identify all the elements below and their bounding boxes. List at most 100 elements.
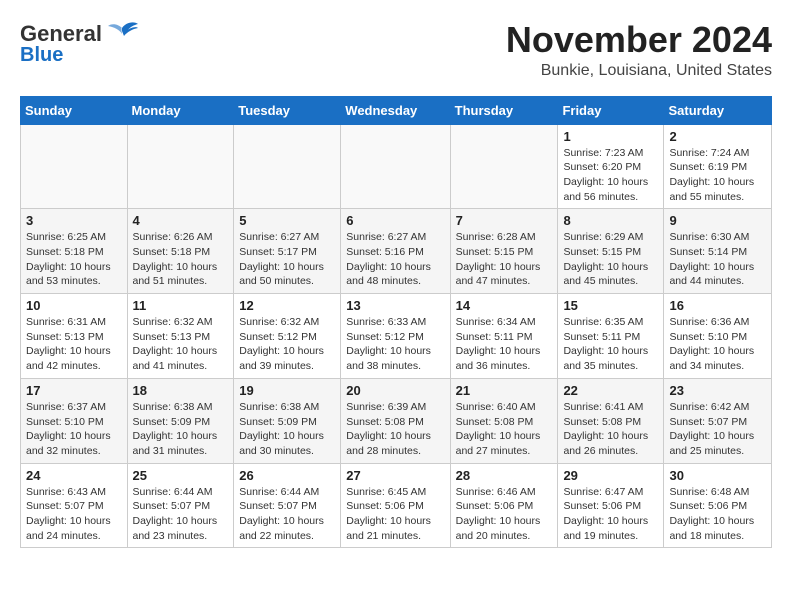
day-number: 16 [669, 298, 766, 313]
calendar-day-cell: 15 Sunrise: 6:35 AM Sunset: 5:11 PM Dayli… [558, 294, 664, 379]
calendar-day-cell [127, 124, 234, 209]
calendar-week-row: 1 Sunrise: 7:23 AM Sunset: 6:20 PM Daylig… [21, 124, 772, 209]
day-info: Sunrise: 6:34 AM Sunset: 5:11 PM Dayligh… [456, 315, 553, 374]
day-info: Sunrise: 6:36 AM Sunset: 5:10 PM Dayligh… [669, 315, 766, 374]
day-number: 11 [133, 298, 229, 313]
calendar-day-cell [341, 124, 450, 209]
calendar-day-cell: 18 Sunrise: 6:38 AM Sunset: 5:09 PM Dayli… [127, 378, 234, 463]
month-title: November 2024 [506, 20, 772, 60]
weekday-header-friday: Friday [558, 96, 664, 124]
calendar-day-cell: 1 Sunrise: 7:23 AM Sunset: 6:20 PM Daylig… [558, 124, 664, 209]
calendar-week-row: 17 Sunrise: 6:37 AM Sunset: 5:10 PM Dayli… [21, 378, 772, 463]
calendar-day-cell: 12Sunrise: 6:32 AM Sunset: 5:12 PM Dayli… [234, 294, 341, 379]
day-info: Sunrise: 6:29 AM Sunset: 5:15 PM Dayligh… [563, 230, 658, 289]
day-info: Sunrise: 7:23 AM Sunset: 6:20 PM Dayligh… [563, 146, 658, 205]
calendar-day-cell: 29 Sunrise: 6:47 AM Sunset: 5:06 PM Dayli… [558, 463, 664, 548]
calendar-day-cell: 20Sunrise: 6:39 AM Sunset: 5:08 PM Dayli… [341, 378, 450, 463]
day-info: Sunrise: 6:47 AM Sunset: 5:06 PM Dayligh… [563, 485, 658, 544]
calendar-day-cell [21, 124, 128, 209]
calendar-day-cell: 5 Sunrise: 6:27 AM Sunset: 5:17 PM Daylig… [234, 209, 341, 294]
day-number: 8 [563, 213, 658, 228]
day-number: 1 [563, 129, 658, 144]
calendar-day-cell: 9 Sunrise: 6:30 AM Sunset: 5:14 PM Daylig… [664, 209, 772, 294]
day-info: Sunrise: 6:40 AM Sunset: 5:08 PM Dayligh… [456, 400, 553, 459]
calendar-day-cell: 17 Sunrise: 6:37 AM Sunset: 5:10 PM Dayli… [21, 378, 128, 463]
calendar-day-cell: 10 Sunrise: 6:31 AM Sunset: 5:13 PM Dayli… [21, 294, 128, 379]
day-number: 12 [239, 298, 335, 313]
day-number: 10 [26, 298, 122, 313]
day-number: 7 [456, 213, 553, 228]
day-number: 17 [26, 383, 122, 398]
calendar-week-row: 10 Sunrise: 6:31 AM Sunset: 5:13 PM Dayli… [21, 294, 772, 379]
calendar-day-cell: 23 Sunrise: 6:42 AM Sunset: 5:07 PM Dayli… [664, 378, 772, 463]
weekday-header-monday: Monday [127, 96, 234, 124]
logo-general: General [20, 22, 102, 46]
day-number: 21 [456, 383, 553, 398]
calendar-day-cell: 30 Sunrise: 6:48 AM Sunset: 5:06 PM Dayli… [664, 463, 772, 548]
day-number: 30 [669, 468, 766, 483]
day-info: Sunrise: 6:38 AM Sunset: 5:09 PM Dayligh… [133, 400, 229, 459]
page-header: General Blue November 2024 Bunkie, Louis… [20, 20, 772, 80]
calendar-day-cell: 22Sunrise: 6:41 AM Sunset: 5:08 PM Dayli… [558, 378, 664, 463]
logo-bird-icon [104, 20, 140, 48]
day-info: Sunrise: 6:26 AM Sunset: 5:18 PM Dayligh… [133, 230, 229, 289]
calendar-day-cell: 27 Sunrise: 6:45 AM Sunset: 5:06 PM Dayli… [341, 463, 450, 548]
calendar-day-cell: 25 Sunrise: 6:44 AM Sunset: 5:07 PM Dayli… [127, 463, 234, 548]
day-info: Sunrise: 6:43 AM Sunset: 5:07 PM Dayligh… [26, 485, 122, 544]
calendar-day-cell: 8 Sunrise: 6:29 AM Sunset: 5:15 PM Daylig… [558, 209, 664, 294]
day-number: 2 [669, 129, 766, 144]
calendar-day-cell: 21 Sunrise: 6:40 AM Sunset: 5:08 PM Dayli… [450, 378, 558, 463]
day-number: 15 [563, 298, 658, 313]
calendar-day-cell: 13 Sunrise: 6:33 AM Sunset: 5:12 PM Dayli… [341, 294, 450, 379]
day-number: 29 [563, 468, 658, 483]
calendar-day-cell: 6 Sunrise: 6:27 AM Sunset: 5:16 PM Daylig… [341, 209, 450, 294]
day-number: 13 [346, 298, 444, 313]
day-info: Sunrise: 6:48 AM Sunset: 5:06 PM Dayligh… [669, 485, 766, 544]
day-number: 4 [133, 213, 229, 228]
calendar-day-cell: 26 Sunrise: 6:44 AM Sunset: 5:07 PM Dayli… [234, 463, 341, 548]
day-info: Sunrise: 6:27 AM Sunset: 5:16 PM Dayligh… [346, 230, 444, 289]
day-info: Sunrise: 6:44 AM Sunset: 5:07 PM Dayligh… [239, 485, 335, 544]
day-number: 26 [239, 468, 335, 483]
calendar-day-cell: 14Sunrise: 6:34 AM Sunset: 5:11 PM Dayli… [450, 294, 558, 379]
day-info: Sunrise: 6:31 AM Sunset: 5:13 PM Dayligh… [26, 315, 122, 374]
day-info: Sunrise: 6:42 AM Sunset: 5:07 PM Dayligh… [669, 400, 766, 459]
calendar-day-cell: 3Sunrise: 6:25 AM Sunset: 5:18 PM Daylig… [21, 209, 128, 294]
day-number: 20 [346, 383, 444, 398]
calendar-day-cell: 2 Sunrise: 7:24 AM Sunset: 6:19 PM Daylig… [664, 124, 772, 209]
day-number: 22 [563, 383, 658, 398]
calendar-day-cell: 7 Sunrise: 6:28 AM Sunset: 5:15 PM Daylig… [450, 209, 558, 294]
logo: General Blue [20, 20, 140, 66]
day-number: 19 [239, 383, 335, 398]
day-info: Sunrise: 6:27 AM Sunset: 5:17 PM Dayligh… [239, 230, 335, 289]
day-info: Sunrise: 6:32 AM Sunset: 5:13 PM Dayligh… [133, 315, 229, 374]
day-number: 27 [346, 468, 444, 483]
day-number: 9 [669, 213, 766, 228]
day-info: Sunrise: 6:30 AM Sunset: 5:14 PM Dayligh… [669, 230, 766, 289]
day-number: 25 [133, 468, 229, 483]
calendar-day-cell: 19Sunrise: 6:38 AM Sunset: 5:09 PM Dayli… [234, 378, 341, 463]
calendar-day-cell: 28 Sunrise: 6:46 AM Sunset: 5:06 PM Dayli… [450, 463, 558, 548]
location-text: Bunkie, Louisiana, United States [506, 62, 772, 80]
day-info: Sunrise: 6:28 AM Sunset: 5:15 PM Dayligh… [456, 230, 553, 289]
weekday-header-wednesday: Wednesday [341, 96, 450, 124]
day-number: 3 [26, 213, 122, 228]
day-info: Sunrise: 7:24 AM Sunset: 6:19 PM Dayligh… [669, 146, 766, 205]
day-number: 23 [669, 383, 766, 398]
calendar-week-row: 24Sunrise: 6:43 AM Sunset: 5:07 PM Dayli… [21, 463, 772, 548]
calendar-table: SundayMondayTuesdayWednesdayThursdayFrid… [20, 96, 772, 549]
title-section: November 2024 Bunkie, Louisiana, United … [506, 20, 772, 80]
weekday-header-saturday: Saturday [664, 96, 772, 124]
day-info: Sunrise: 6:33 AM Sunset: 5:12 PM Dayligh… [346, 315, 444, 374]
day-info: Sunrise: 6:37 AM Sunset: 5:10 PM Dayligh… [26, 400, 122, 459]
day-number: 28 [456, 468, 553, 483]
day-number: 5 [239, 213, 335, 228]
weekday-header-tuesday: Tuesday [234, 96, 341, 124]
day-info: Sunrise: 6:45 AM Sunset: 5:06 PM Dayligh… [346, 485, 444, 544]
day-info: Sunrise: 6:46 AM Sunset: 5:06 PM Dayligh… [456, 485, 553, 544]
day-info: Sunrise: 6:44 AM Sunset: 5:07 PM Dayligh… [133, 485, 229, 544]
day-info: Sunrise: 6:35 AM Sunset: 5:11 PM Dayligh… [563, 315, 658, 374]
day-number: 6 [346, 213, 444, 228]
day-number: 18 [133, 383, 229, 398]
calendar-day-cell: 11 Sunrise: 6:32 AM Sunset: 5:13 PM Dayli… [127, 294, 234, 379]
